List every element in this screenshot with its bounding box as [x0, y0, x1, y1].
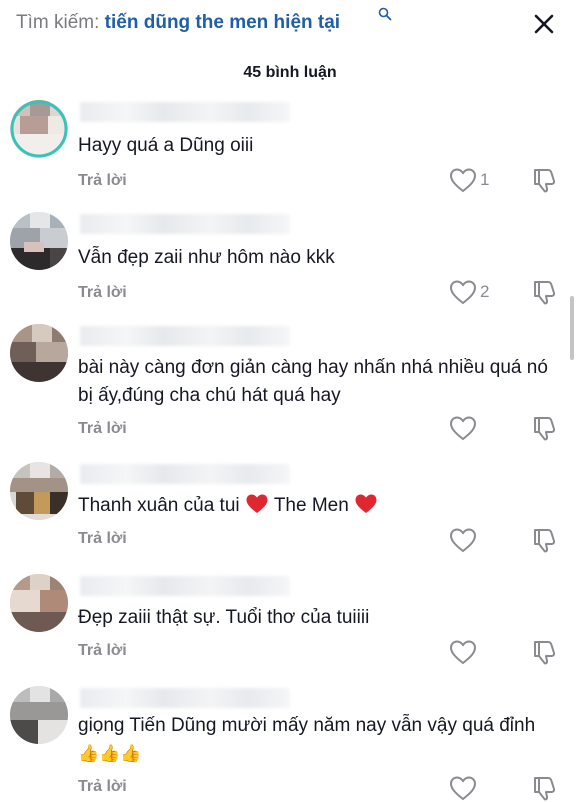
- search-title[interactable]: Tìm kiếm: tiến dũng the men hiện tại: [16, 12, 340, 34]
- search-header: Tìm kiếm: tiến dũng the men hiện tại: [0, 0, 580, 52]
- username-blurred: [80, 464, 290, 484]
- comment-text: Hayy quá a Dũng oiii: [78, 135, 254, 156]
- like-count: 2: [480, 282, 490, 301]
- dislike-icon[interactable]: [530, 638, 558, 666]
- comment-text: Vẫn đẹp zaii như hôm nào kkk: [78, 247, 335, 268]
- avatar[interactable]: [10, 324, 68, 382]
- comment-text: bài này càng đơn giản càng hay nhấn nhá …: [78, 357, 548, 406]
- reply-button[interactable]: Trả lời: [78, 530, 127, 548]
- dislike-icon[interactable]: [530, 278, 558, 306]
- username-blurred: [80, 688, 290, 708]
- comment-text-part: The Men: [268, 495, 355, 516]
- like-count: 1: [480, 170, 490, 189]
- heart-icon[interactable]: [448, 414, 478, 442]
- search-query[interactable]: tiến dũng the men hiện tại: [105, 12, 340, 33]
- heart-icon[interactable]: [448, 638, 478, 666]
- close-icon[interactable]: [530, 10, 558, 38]
- thumbs-up-emoji-icon: 👍👍👍: [78, 744, 142, 763]
- red-heart-emoji-icon: [355, 494, 377, 513]
- avatar[interactable]: [10, 686, 68, 744]
- comment-item: Vẫn đẹp zaii như hôm nào kkk Trả lời 2: [0, 208, 580, 312]
- username-blurred: [80, 326, 290, 346]
- comment-text-part: giọng Tiến Dũng mười mấy năm nay vẫn vậy…: [78, 715, 536, 736]
- avatar[interactable]: [10, 462, 68, 520]
- reply-button[interactable]: Trả lời: [78, 420, 127, 438]
- red-heart-emoji-icon: [246, 494, 268, 513]
- reply-button[interactable]: Trả lời: [78, 284, 127, 302]
- dislike-icon[interactable]: [530, 526, 558, 554]
- comment-text-part: Thanh xuân của tui: [78, 495, 245, 516]
- comments-count: 45 bình luận: [243, 64, 337, 81]
- comment-text: Thanh xuân của tui The Men: [78, 492, 558, 520]
- reply-button[interactable]: Trả lời: [78, 172, 127, 190]
- comment-item: Thanh xuân của tui The Men Trả lời: [0, 458, 580, 562]
- scrollbar[interactable]: [570, 296, 574, 360]
- reply-button[interactable]: Trả lời: [78, 642, 127, 660]
- username-blurred: [80, 576, 290, 596]
- search-label-text: Tìm kiếm:: [16, 12, 105, 33]
- dislike-icon[interactable]: [530, 414, 558, 442]
- dislike-icon[interactable]: [530, 166, 558, 194]
- comment-text: giọng Tiến Dũng mười mấy năm nay vẫn vậy…: [78, 712, 553, 768]
- comment-item: bài này càng đơn giản càng hay nhấn nhá …: [0, 320, 580, 450]
- username-blurred: [80, 102, 290, 122]
- comment-item: Hayy quá a Dũng oiii Trả lời 1: [0, 96, 580, 200]
- heart-icon[interactable]: [448, 166, 478, 194]
- dislike-icon[interactable]: [530, 774, 558, 802]
- comment-text: Đẹp zaiii thật sự. Tuổi thơ của tuiiii: [78, 607, 370, 628]
- heart-icon[interactable]: [448, 774, 478, 802]
- avatar[interactable]: [10, 574, 68, 632]
- reply-button[interactable]: Trả lời: [78, 778, 127, 796]
- avatar[interactable]: [10, 100, 68, 158]
- username-blurred: [80, 214, 290, 234]
- heart-icon[interactable]: [448, 278, 478, 306]
- search-icon[interactable]: [378, 7, 392, 21]
- comment-item: giọng Tiến Dũng mười mấy năm nay vẫn vậy…: [0, 682, 580, 801]
- heart-icon[interactable]: [448, 526, 478, 554]
- comment-item: Đẹp zaiii thật sự. Tuổi thơ của tuiiii T…: [0, 570, 580, 674]
- avatar[interactable]: [10, 212, 68, 270]
